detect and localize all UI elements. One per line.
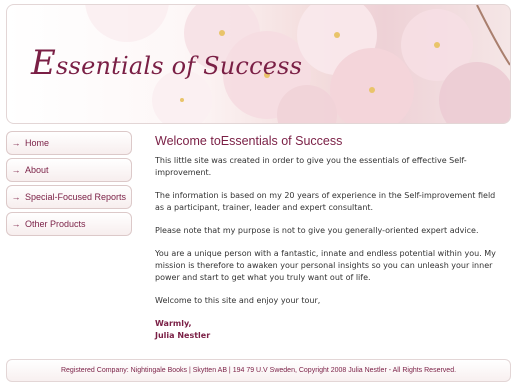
signoff: Warmly,	[155, 319, 192, 328]
nav-item-home[interactable]: → Home	[6, 131, 132, 155]
sidebar-nav: → Home → About → Special-Focused Reports…	[6, 131, 132, 239]
main-content: Welcome toEssentials of Success This lit…	[155, 134, 500, 342]
header-banner: Essentials of Success	[6, 4, 511, 124]
nav-item-special-reports[interactable]: → Special-Focused Reports	[6, 185, 132, 209]
site-logo[interactable]: Essentials of Success	[31, 43, 302, 83]
purpose-paragraph: Please note that my purpose is not to gi…	[155, 226, 479, 235]
nav-item-about[interactable]: → About	[6, 158, 132, 182]
experience-paragraph: The information is based on my 20 years …	[155, 191, 496, 212]
page-title: Welcome toEssentials of Success	[155, 134, 343, 148]
arrow-icon: →	[11, 219, 21, 229]
logo-text: ssentials of Success	[56, 52, 303, 80]
footer: Registered Company: Nightingale Books | …	[6, 359, 511, 382]
arrow-icon: →	[11, 192, 21, 202]
logo-initial: E	[31, 43, 57, 83]
nav-item-label: About	[25, 165, 49, 175]
mission-paragraph: You are a unique person with a fantastic…	[155, 249, 496, 282]
author-name: Julia Nestler	[155, 331, 211, 340]
arrow-icon: →	[11, 138, 21, 148]
nav-item-label: Other Products	[25, 219, 86, 229]
welcome-paragraph: Welcome to this site and enjoy your tour…	[155, 296, 321, 305]
nav-item-label: Special-Focused Reports	[25, 192, 127, 202]
arrow-icon: →	[11, 165, 21, 175]
nav-item-other-products[interactable]: → Other Products	[6, 212, 132, 236]
intro-paragraph: This little site was created in order to…	[155, 156, 467, 177]
footer-text: Registered Company: Nightingale Books | …	[60, 367, 457, 374]
nav-item-label: Home	[25, 138, 50, 148]
